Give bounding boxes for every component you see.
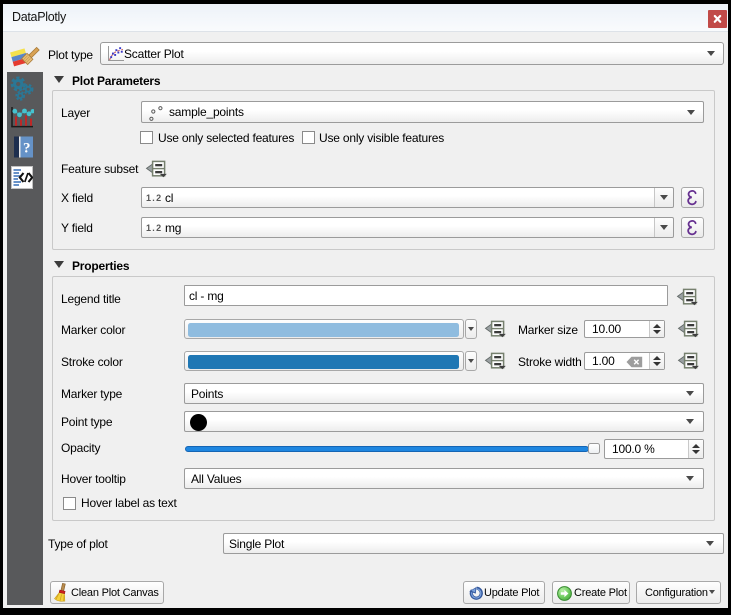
svg-text:?: ? (23, 141, 30, 157)
